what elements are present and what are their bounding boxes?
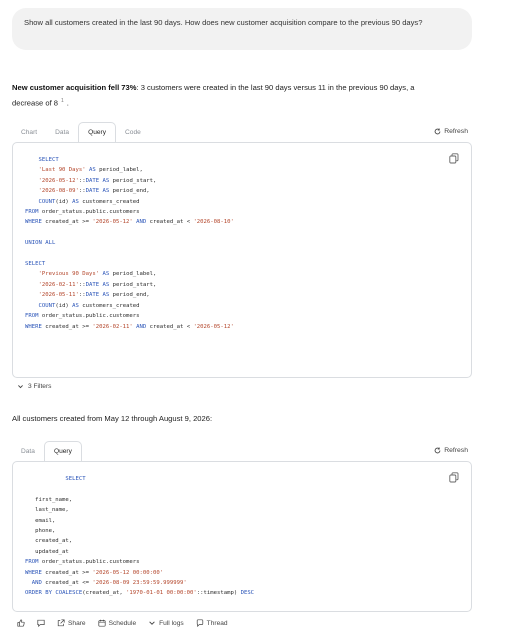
thumbs-up-button[interactable]: [17, 619, 25, 627]
filters-toggle[interactable]: 3 Filters: [17, 383, 51, 390]
user-message: Show all customers created in the last 9…: [12, 8, 472, 50]
calendar-icon: [98, 619, 106, 627]
copy-icon[interactable]: [449, 472, 459, 483]
share-label: Share: [68, 619, 86, 627]
chat-icon: [196, 619, 203, 627]
tab-data[interactable]: Data: [46, 124, 78, 142]
result-tabs-2: Data Query: [12, 441, 82, 461]
full-logs-label: Full logs: [159, 619, 184, 627]
user-message-text: Show all customers created in the last 9…: [24, 18, 423, 27]
refresh-label: Refresh: [444, 128, 468, 135]
comment-icon: [37, 619, 45, 627]
thread-label: Thread: [206, 619, 228, 627]
full-logs-toggle[interactable]: Full logs: [148, 619, 184, 627]
share-button[interactable]: Share: [57, 619, 86, 627]
thread-button[interactable]: Thread: [196, 619, 228, 627]
chevron-down-icon: [18, 385, 23, 389]
refresh-label: Refresh: [444, 447, 468, 454]
copy-icon[interactable]: [449, 153, 459, 164]
message-actions: Share Schedule Full logs Thread: [17, 619, 228, 627]
tab-chart[interactable]: Chart: [12, 124, 46, 142]
citation-marker[interactable]: 1: [61, 98, 64, 104]
share-icon: [57, 619, 65, 627]
tab-query[interactable]: Query: [78, 122, 117, 142]
refresh-button-2[interactable]: Refresh: [434, 447, 468, 454]
chevron-down-icon: [149, 621, 155, 625]
tab-query-2[interactable]: Query: [43, 441, 82, 461]
refresh-icon: [434, 128, 441, 135]
result-description: All customers created from May 12 throug…: [12, 414, 213, 423]
answer-headline: New customer acquisition fell 73%: [12, 83, 137, 92]
refresh-icon: [434, 447, 441, 454]
schedule-button[interactable]: Schedule: [98, 619, 137, 627]
schedule-label: Schedule: [108, 619, 137, 627]
refresh-button-1[interactable]: Refresh: [434, 128, 468, 135]
sql-query-2: SELECT first_name, last_name, email, pho…: [25, 476, 255, 597]
result-tabs-1: Chart Data Query Code: [12, 122, 150, 142]
tab-code[interactable]: Code: [116, 124, 150, 142]
tab-data-2[interactable]: Data: [12, 443, 44, 461]
filters-label: 3 Filters: [28, 383, 52, 390]
query-code-block-2[interactable]: SELECT first_name, last_name, email, pho…: [12, 461, 472, 612]
sql-query-1: SELECT 'Last 90 Days' AS period_label, '…: [25, 157, 234, 330]
comment-button[interactable]: [37, 619, 45, 627]
query-code-block-1[interactable]: SELECT 'Last 90 Days' AS period_label, '…: [12, 142, 472, 378]
assistant-answer: New customer acquisition fell 73%: 3 cus…: [12, 82, 432, 110]
answer-end: .: [66, 98, 69, 108]
thumbs-up-icon: [17, 619, 25, 627]
